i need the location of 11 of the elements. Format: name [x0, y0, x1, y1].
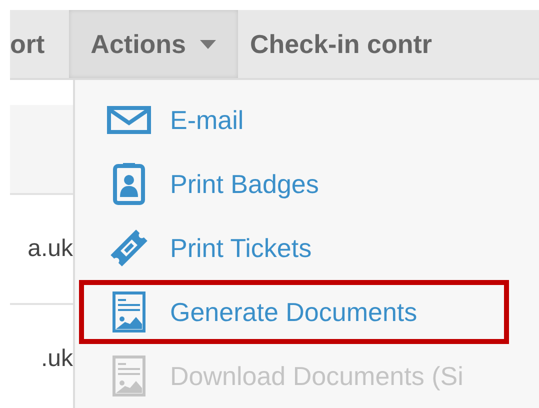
document-image-icon [112, 291, 146, 333]
menu-tab[interactable]: Check-in contr [238, 10, 444, 78]
document-image-icon [112, 355, 146, 397]
menu-tab[interactable]: Actions [68, 10, 238, 78]
id-badge-icon [113, 163, 145, 205]
menu-item[interactable]: Generate Documents [79, 280, 509, 344]
envelope-icon [107, 106, 151, 134]
menu-item[interactable]: E-mail [79, 88, 509, 152]
menu-item[interactable]: Print Badges [79, 152, 509, 216]
menu-tab[interactable]: ort [0, 10, 57, 78]
menu-item[interactable]: Print Tickets [79, 216, 509, 280]
